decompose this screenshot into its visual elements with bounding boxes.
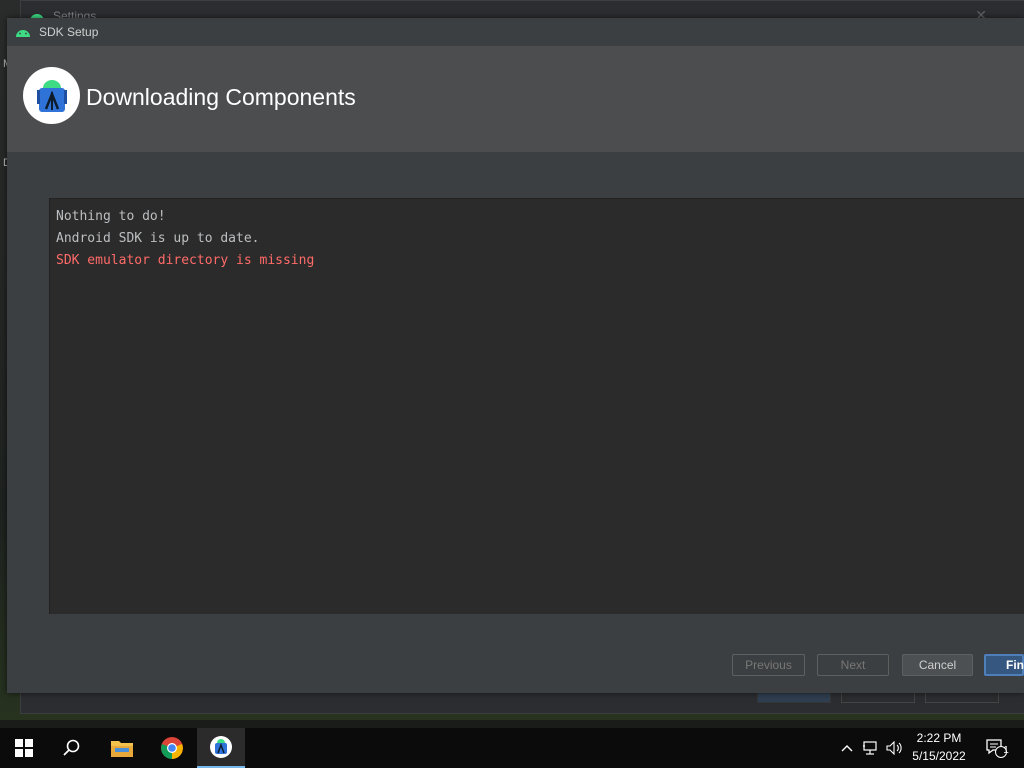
chrome-button[interactable]: [148, 728, 196, 768]
android-studio-icon: [210, 736, 232, 758]
action-center-button[interactable]: 1: [976, 728, 1016, 768]
network-button[interactable]: [860, 728, 882, 768]
file-explorer-button[interactable]: [98, 728, 146, 768]
next-button[interactable]: Next: [817, 654, 889, 676]
clock-time[interactable]: 2:22 PM: [908, 731, 970, 745]
console-error-line: SDK emulator directory is missing: [56, 253, 315, 268]
android-studio-taskbar-button[interactable]: [197, 728, 245, 768]
volume-button[interactable]: [884, 728, 906, 768]
folder-icon: [111, 741, 133, 757]
chevron-up-icon: [841, 745, 853, 752]
dialog-header: Downloading Components: [7, 46, 1024, 152]
start-button[interactable]: [0, 728, 48, 768]
show-hidden-icons-button[interactable]: [836, 728, 858, 768]
finish-button[interactable]: Fini: [984, 654, 1024, 676]
page-title: Downloading Components: [86, 84, 356, 110]
previous-button[interactable]: Previous: [732, 654, 805, 676]
console-line: Nothing to do!: [56, 209, 166, 224]
search-button[interactable]: [48, 728, 96, 768]
dialog-title: SDK Setup: [39, 25, 99, 39]
android-studio-icon: [37, 80, 67, 112]
search-icon: [63, 739, 80, 756]
speaker-icon: [886, 741, 902, 755]
cancel-button[interactable]: Cancel: [902, 654, 973, 676]
windows-logo-icon: [15, 739, 33, 757]
android-studio-logo: [23, 67, 80, 124]
notification-count-badge: 1: [1003, 745, 1009, 756]
taskbar: 2:22 PM 5/15/2022 1: [0, 728, 1024, 768]
chrome-icon: [161, 737, 183, 759]
console-output: Nothing to do! Android SDK is up to date…: [49, 198, 1024, 614]
android-icon: [16, 30, 30, 37]
sdk-setup-dialog: SDK Setup Downloading Components Nothing…: [7, 18, 1024, 693]
clock-date[interactable]: 5/15/2022: [908, 749, 970, 763]
console-line: Android SDK is up to date.: [56, 231, 260, 246]
network-icon: [863, 741, 877, 755]
dialog-titlebar: SDK Setup: [7, 18, 1024, 46]
